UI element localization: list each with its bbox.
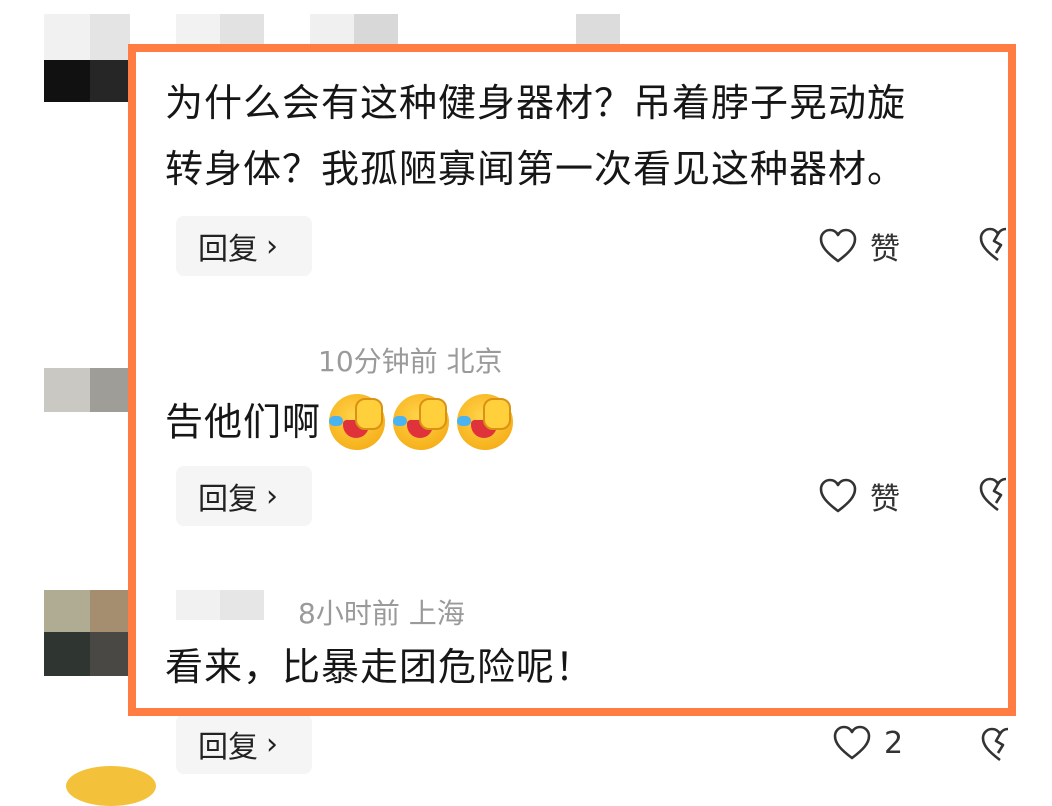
comment-1-text-line2: 转身体？我孤陋寡闻第一次看见这种器材。 <box>165 147 907 191</box>
chevron-right-icon: › <box>266 228 278 264</box>
reply-button-2[interactable]: 回复 › <box>176 466 312 526</box>
like-button-1[interactable]: 赞 <box>818 224 900 268</box>
chevron-right-icon: › <box>266 478 278 514</box>
reply-label: 回复 <box>198 482 258 517</box>
broken-heart-icon[interactable] <box>978 476 1018 518</box>
broken-heart-icon[interactable] <box>978 226 1018 268</box>
broken-heart-icon[interactable] <box>980 726 1020 768</box>
comment-3-meta: 8小时前 上海 <box>298 597 465 630</box>
like-count: 2 <box>884 725 904 761</box>
chevron-right-icon: › <box>266 726 278 762</box>
like-button-2[interactable]: 赞 <box>818 474 900 518</box>
like-label: 赞 <box>870 482 900 517</box>
heart-outline-icon <box>832 724 872 762</box>
rofl-emoji <box>457 394 514 450</box>
reply-button-1[interactable]: 回复 › <box>176 216 312 276</box>
like-button-3[interactable]: 2 <box>832 724 903 762</box>
reply-button-3[interactable]: 回复 › <box>176 714 312 774</box>
reply-label: 回复 <box>198 232 258 267</box>
comment-2-body: 告他们啊 <box>165 394 514 450</box>
reply-label: 回复 <box>198 730 258 765</box>
heart-outline-icon <box>818 477 858 515</box>
avatar-4-partial <box>66 766 156 806</box>
rofl-emoji <box>393 394 450 450</box>
comment-2-text: 告他们啊 <box>165 400 322 444</box>
comment-2-meta: 10分钟前 北京 <box>318 345 503 378</box>
rofl-emoji <box>329 394 386 450</box>
comment-1-text-line1: 为什么会有这种健身器材？吊着脖子晃动旋 <box>165 81 907 125</box>
heart-outline-icon <box>818 227 858 265</box>
comment-3-text: 看来，比暴走团危险呢！ <box>165 645 595 689</box>
like-label: 赞 <box>870 232 900 267</box>
